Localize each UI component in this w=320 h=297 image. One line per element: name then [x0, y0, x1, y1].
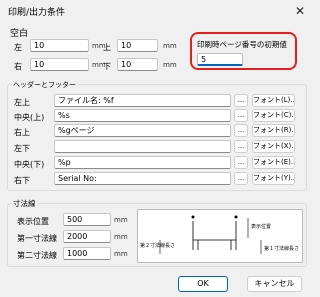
dim-second-line-label: 第二寸法線	[17, 251, 57, 260]
window-title: 印刷/出力条件	[8, 8, 66, 18]
dim-first-line-label: 第一寸法線	[17, 234, 57, 243]
hf-input-top-center[interactable]: %s	[54, 109, 231, 122]
start-page-input[interactable]: 5	[197, 53, 243, 66]
dim-first-line-unit: mm	[114, 233, 128, 241]
hf-input-bottom-right[interactable]: Serial No:	[54, 172, 231, 185]
close-icon[interactable]: ✕	[290, 2, 310, 20]
margin-right-input[interactable]: 10	[30, 58, 89, 71]
hf-browse-bottom-left-button[interactable]: ...	[234, 140, 248, 153]
hf-label-bottom-right: 右下	[14, 176, 30, 185]
margin-left-input[interactable]: 10	[30, 39, 89, 52]
hf-font-bottom-center-button[interactable]: フォント(E)...	[252, 156, 295, 169]
header-footer-heading: ヘッダーとフッター	[11, 80, 78, 90]
hf-browse-bottom-center-button[interactable]: ...	[234, 156, 248, 169]
hf-font-top-center-button[interactable]: フォント(C)...	[252, 109, 295, 122]
hf-label-top-center: 中央(上)	[14, 113, 45, 122]
dim-second-line-input[interactable]: 1000	[63, 247, 111, 260]
margin-bottom-unit: mm	[163, 61, 177, 69]
dim-display-position-label: 表示位置	[17, 217, 49, 226]
cancel-button[interactable]: キャンセル	[247, 276, 302, 292]
dim-display-position-unit: mm	[114, 216, 128, 224]
hf-browse-top-left-button[interactable]: ...	[234, 94, 248, 107]
diagram-second-line-label: 第２寸法線長さ	[140, 243, 176, 249]
hf-label-bottom-center: 中央(下)	[14, 160, 45, 169]
hf-input-bottom-left[interactable]	[54, 140, 231, 153]
margin-right-label: 右	[14, 62, 22, 71]
hf-font-top-left-button[interactable]: フォント(L)...	[252, 94, 295, 107]
hf-input-top-right[interactable]: %gページ	[54, 124, 231, 137]
hf-label-top-left: 左上	[14, 98, 30, 107]
dimension-diagram-drawing	[159, 215, 262, 254]
dimension-diagram: 表示位置 第２寸法線長さ 第１寸法線長さ	[137, 209, 303, 263]
hf-font-bottom-left-button[interactable]: フォント(X)...	[252, 140, 295, 153]
dim-display-position-input[interactable]: 500	[63, 213, 111, 226]
hf-browse-top-center-button[interactable]: ...	[234, 109, 248, 122]
hf-font-top-right-button[interactable]: フォント(R)...	[252, 124, 295, 137]
margin-bottom-label: 下	[103, 62, 111, 71]
dim-first-line-input[interactable]: 2000	[63, 230, 111, 243]
dim-second-line-unit: mm	[114, 250, 128, 258]
diagram-first-line-label: 第１寸法線長さ	[264, 246, 300, 252]
margin-bottom-input[interactable]: 10	[117, 58, 158, 71]
hf-font-bottom-right-button[interactable]: フォント(Y)...	[252, 172, 295, 185]
hf-input-bottom-center[interactable]: %p	[54, 156, 231, 169]
start-page-label: 印刷時ページ番号の初期値	[197, 40, 287, 49]
margin-top-unit: mm	[163, 42, 177, 50]
ok-button[interactable]: OK	[178, 276, 228, 292]
hf-browse-bottom-right-button[interactable]: ...	[234, 172, 248, 185]
margin-top-label: 上	[103, 43, 111, 52]
hf-input-top-left[interactable]: ファイル名: %f	[54, 94, 231, 107]
margin-top-input[interactable]: 10	[117, 39, 158, 52]
dimension-lines-heading: 寸法線	[11, 198, 38, 209]
hf-label-top-right: 右上	[14, 128, 30, 137]
hf-label-bottom-left: 左下	[14, 144, 30, 153]
margins-heading: 空白	[10, 29, 29, 39]
diagram-display-position-label: 表示位置	[251, 224, 272, 230]
margin-left-label: 左	[14, 43, 22, 52]
hf-browse-top-right-button[interactable]: ...	[234, 124, 248, 137]
